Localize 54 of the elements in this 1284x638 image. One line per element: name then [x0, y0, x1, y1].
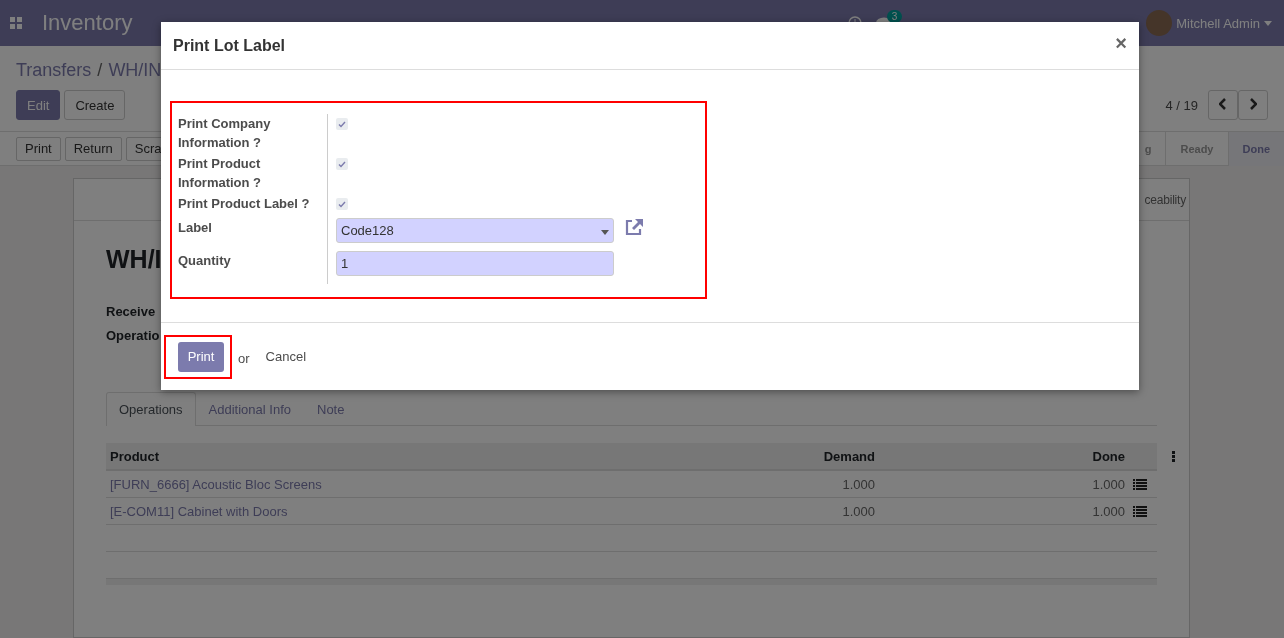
cancel-link[interactable]: Cancel	[265, 349, 307, 364]
pager-counter: 4 / 19	[1165, 97, 1198, 113]
breadcrumb[interactable]: Transfers	[16, 59, 92, 81]
chevron-right-icon	[1249, 97, 1257, 110]
table-cell[interactable]: [E-COM11] Cabinet with Doors	[106, 503, 651, 519]
caret-icon	[601, 230, 609, 235]
previous-button[interactable]	[1208, 90, 1238, 120]
field-label: Receive	[106, 304, 157, 321]
checkbox[interactable]	[336, 118, 348, 130]
app-title[interactable]: Inventory	[42, 10, 133, 36]
smart-button[interactable]: ceability	[1144, 179, 1189, 220]
table-cell-text: 1.000	[841, 503, 876, 519]
tab[interactable]: Operations	[106, 392, 196, 426]
create-button[interactable]: Create	[64, 90, 126, 120]
action-button[interactable]: Print	[16, 136, 61, 161]
dialog-title: Print Lot Label	[173, 36, 285, 55]
caret-icon	[1264, 20, 1272, 26]
table-cell[interactable]: [FURN_6666] Acoustic Bloc Screens	[106, 476, 651, 492]
field-label: Operatio	[106, 328, 161, 345]
field-label: Print Product Information ?	[178, 154, 328, 194]
field-label: Print Company Information ?	[178, 114, 328, 154]
kebab-icon[interactable]	[1172, 450, 1175, 462]
table-cell-text: 1.000	[1091, 503, 1126, 519]
breadcrumb-separator: /	[97, 59, 103, 81]
chevron-left-icon	[1219, 97, 1227, 110]
action-button[interactable]: Return	[64, 136, 122, 161]
field-label: Print Product Label ?	[178, 194, 328, 218]
edit-button[interactable]: Edit	[16, 90, 61, 120]
field-label: Label	[178, 218, 328, 251]
close-button[interactable]: ×	[1115, 32, 1127, 59]
list-icon[interactable]	[1133, 505, 1147, 517]
checkbox[interactable]	[336, 198, 348, 210]
column-header[interactable]: Demand	[651, 448, 879, 464]
column-header[interactable]: Product	[106, 448, 651, 464]
checkbox[interactable]	[336, 158, 348, 170]
table-cell-text: 1.000	[1091, 476, 1126, 492]
next-button[interactable]	[1238, 90, 1268, 120]
tab[interactable]: Additional Info	[195, 392, 304, 426]
print-button[interactable]: Print	[178, 341, 224, 372]
field-label: Quantity	[178, 251, 328, 284]
or-text: or	[238, 351, 250, 366]
list-icon[interactable]	[1133, 478, 1147, 490]
external-link-icon[interactable]	[624, 218, 644, 236]
message-count: 3	[886, 9, 903, 23]
user-menu[interactable]: Mitchell Admin	[1176, 15, 1260, 31]
table-cell-text: 1.000	[841, 476, 876, 492]
apps-grid-icon[interactable]	[10, 17, 22, 29]
status-stage[interactable]: Done	[1227, 131, 1284, 166]
label-select[interactable]: Code128	[336, 218, 614, 243]
column-header[interactable]: Done	[879, 448, 1129, 464]
record-title: WH/I	[106, 245, 162, 274]
quantity-field[interactable]: 1	[336, 251, 614, 276]
tab[interactable]: Note	[304, 392, 358, 426]
breadcrumb[interactable]: WH/IN	[108, 59, 162, 81]
